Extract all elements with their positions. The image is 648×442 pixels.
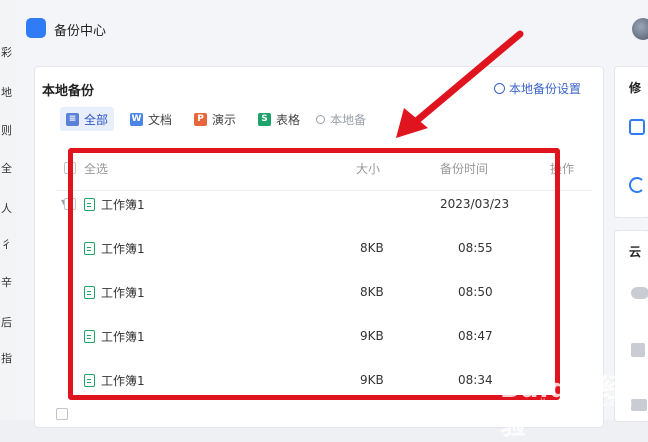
watermark-url: jingyan.baidu.com — [540, 398, 633, 409]
annotation-arrow — [396, 30, 524, 138]
